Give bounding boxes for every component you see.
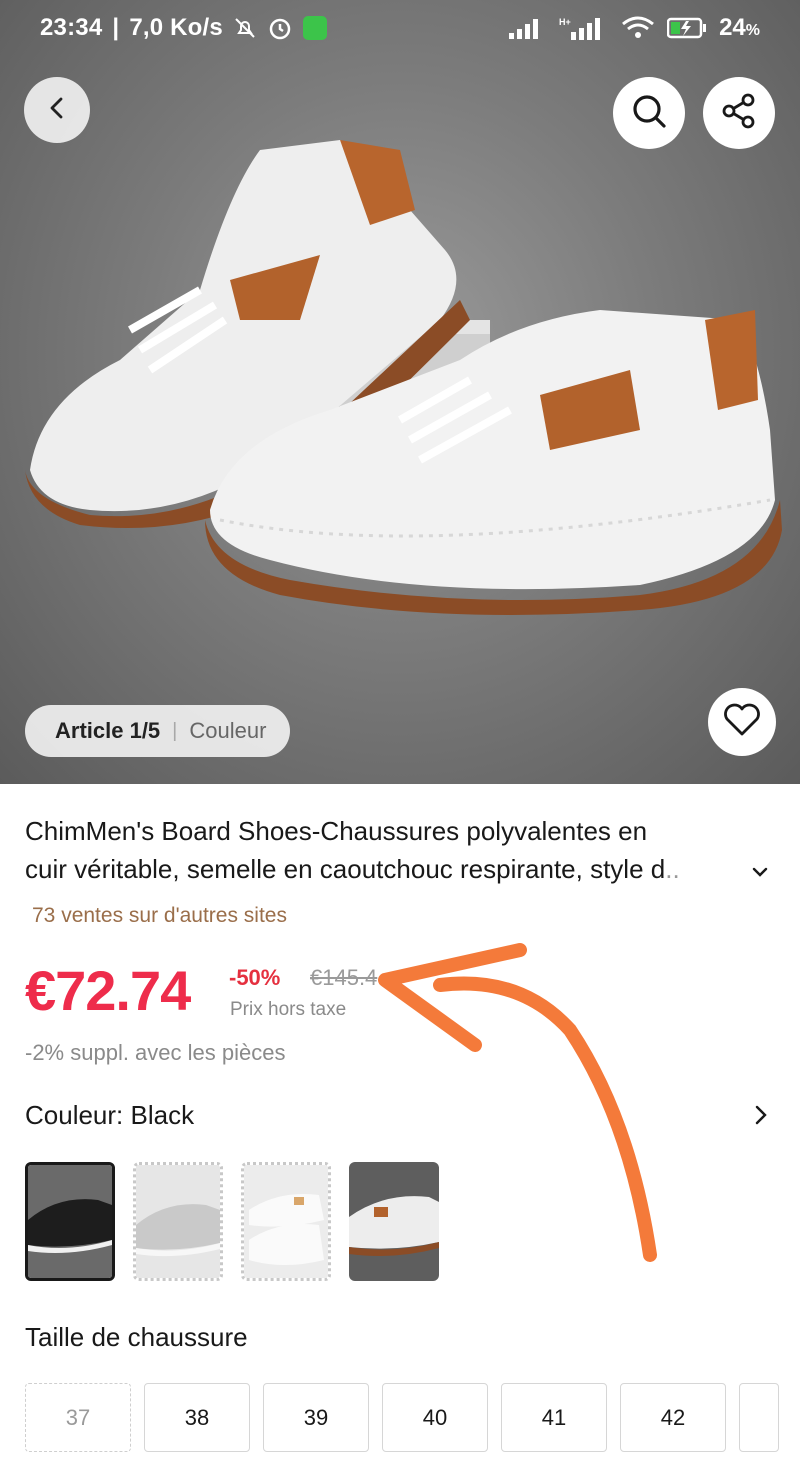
signal-hplus-icon: H+ (557, 16, 609, 40)
size-option-38[interactable]: 38 (144, 1383, 250, 1452)
original-price: €145.4 (310, 965, 378, 990)
back-button[interactable] (24, 77, 90, 143)
color-selector-label[interactable]: Couleur: Black (25, 1100, 194, 1131)
color-option-gray[interactable] (133, 1162, 223, 1281)
color-gallery-link[interactable]: Couleur (189, 718, 266, 744)
status-bar: 23:34 | 7,0 Ko/s H+ 24% (40, 14, 760, 41)
size-options: 37 38 39 40 41 42 (25, 1383, 779, 1452)
signal-icon (509, 17, 545, 39)
gallery-indicator[interactable]: Article 1/5 | Couleur (25, 705, 291, 757)
back-arrow-icon (44, 95, 70, 126)
title-ellipsis: .. (665, 854, 680, 884)
article-counter: Article 1/5 (55, 718, 161, 743)
discount-badge: -50% (229, 965, 281, 990)
product-image-gallery[interactable]: 23:34 | 7,0 Ko/s H+ 24% Article 1/5 | Co… (0, 0, 800, 784)
color-option-white[interactable] (241, 1162, 331, 1281)
svg-text:H+: H+ (559, 17, 571, 27)
product-title-line1: ChimMen's Board Shoes-Chaussures polyval… (25, 816, 648, 846)
size-option-37[interactable]: 37 (25, 1383, 131, 1452)
wishlist-button[interactable] (708, 688, 776, 756)
share-button[interactable] (703, 77, 775, 149)
product-title[interactable]: ChimMen's Board Shoes-Chaussures polyval… (25, 812, 765, 888)
size-option-41[interactable]: 41 (501, 1383, 607, 1452)
search-icon (631, 93, 667, 134)
coins-discount: -2% suppl. avec les pièces (25, 1040, 286, 1065)
size-option-partial[interactable] (739, 1383, 779, 1452)
battery-charging-icon (667, 17, 707, 39)
product-title-line2: cuir véritable, semelle en caoutchouc re… (25, 854, 666, 884)
status-time: 23:34 (40, 14, 103, 41)
size-selector-label: Taille de chaussure (25, 1322, 248, 1352)
app-notification-icon (302, 16, 327, 40)
color-option-black[interactable] (25, 1162, 115, 1281)
size-option-40[interactable]: 40 (382, 1383, 488, 1452)
battery-level: 24 (719, 14, 746, 41)
sales-count: 73 ventes sur d'autres sites (32, 904, 287, 927)
color-option-white-brown[interactable] (349, 1162, 439, 1281)
chevron-right-icon[interactable] (752, 1104, 770, 1131)
battery-unit: % (745, 22, 760, 39)
color-options (25, 1162, 439, 1281)
pill-separator: | (172, 719, 178, 742)
size-option-42[interactable]: 42 (620, 1383, 726, 1452)
wifi-icon (621, 16, 655, 40)
share-icon (721, 93, 757, 134)
muted-bell-icon (233, 16, 257, 40)
alarm-icon (267, 15, 293, 41)
status-network-speed: 7,0 Ko/s (129, 14, 223, 41)
size-option-39[interactable]: 39 (263, 1383, 369, 1452)
search-button[interactable] (613, 77, 685, 149)
expand-title-chevron-icon[interactable] (750, 862, 770, 887)
current-price: €72.74 (25, 959, 191, 1022)
tax-note: Prix hors taxe (230, 999, 347, 1020)
heart-icon (723, 703, 761, 742)
